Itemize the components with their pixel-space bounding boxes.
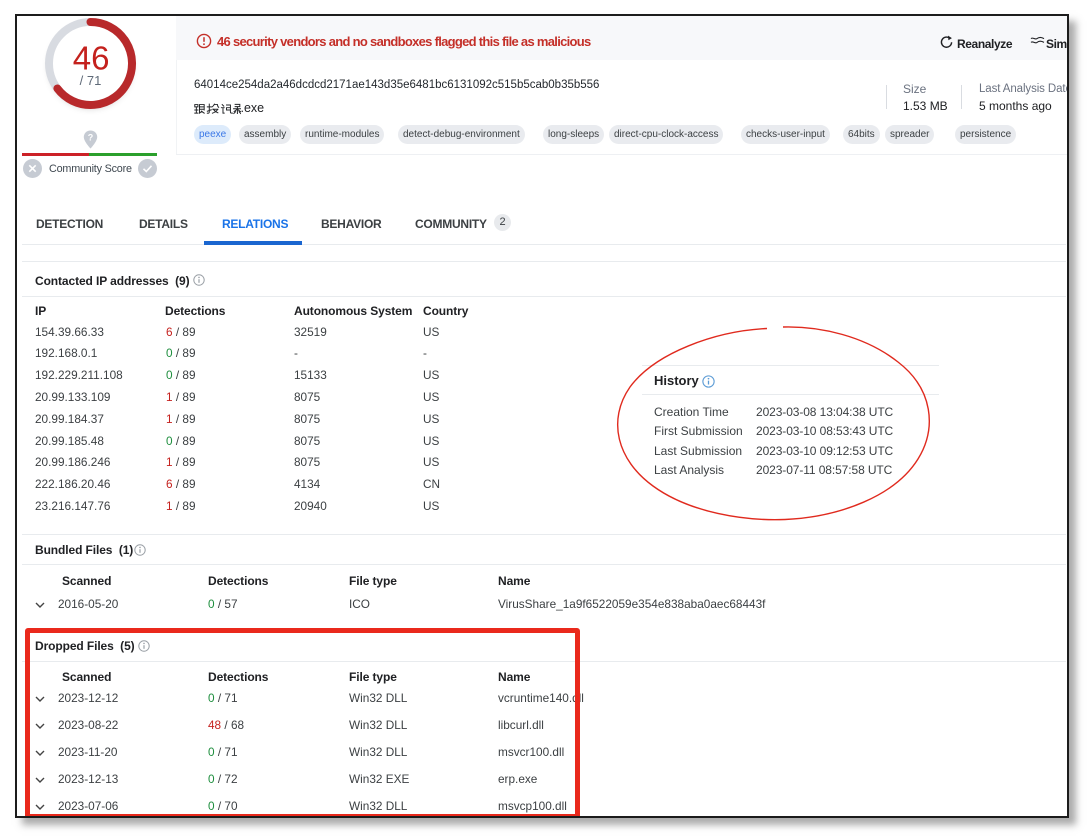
svg-text:?: ? xyxy=(88,133,94,143)
svg-text:/ 71: / 71 xyxy=(80,73,102,88)
svg-text:46: 46 xyxy=(73,40,110,77)
